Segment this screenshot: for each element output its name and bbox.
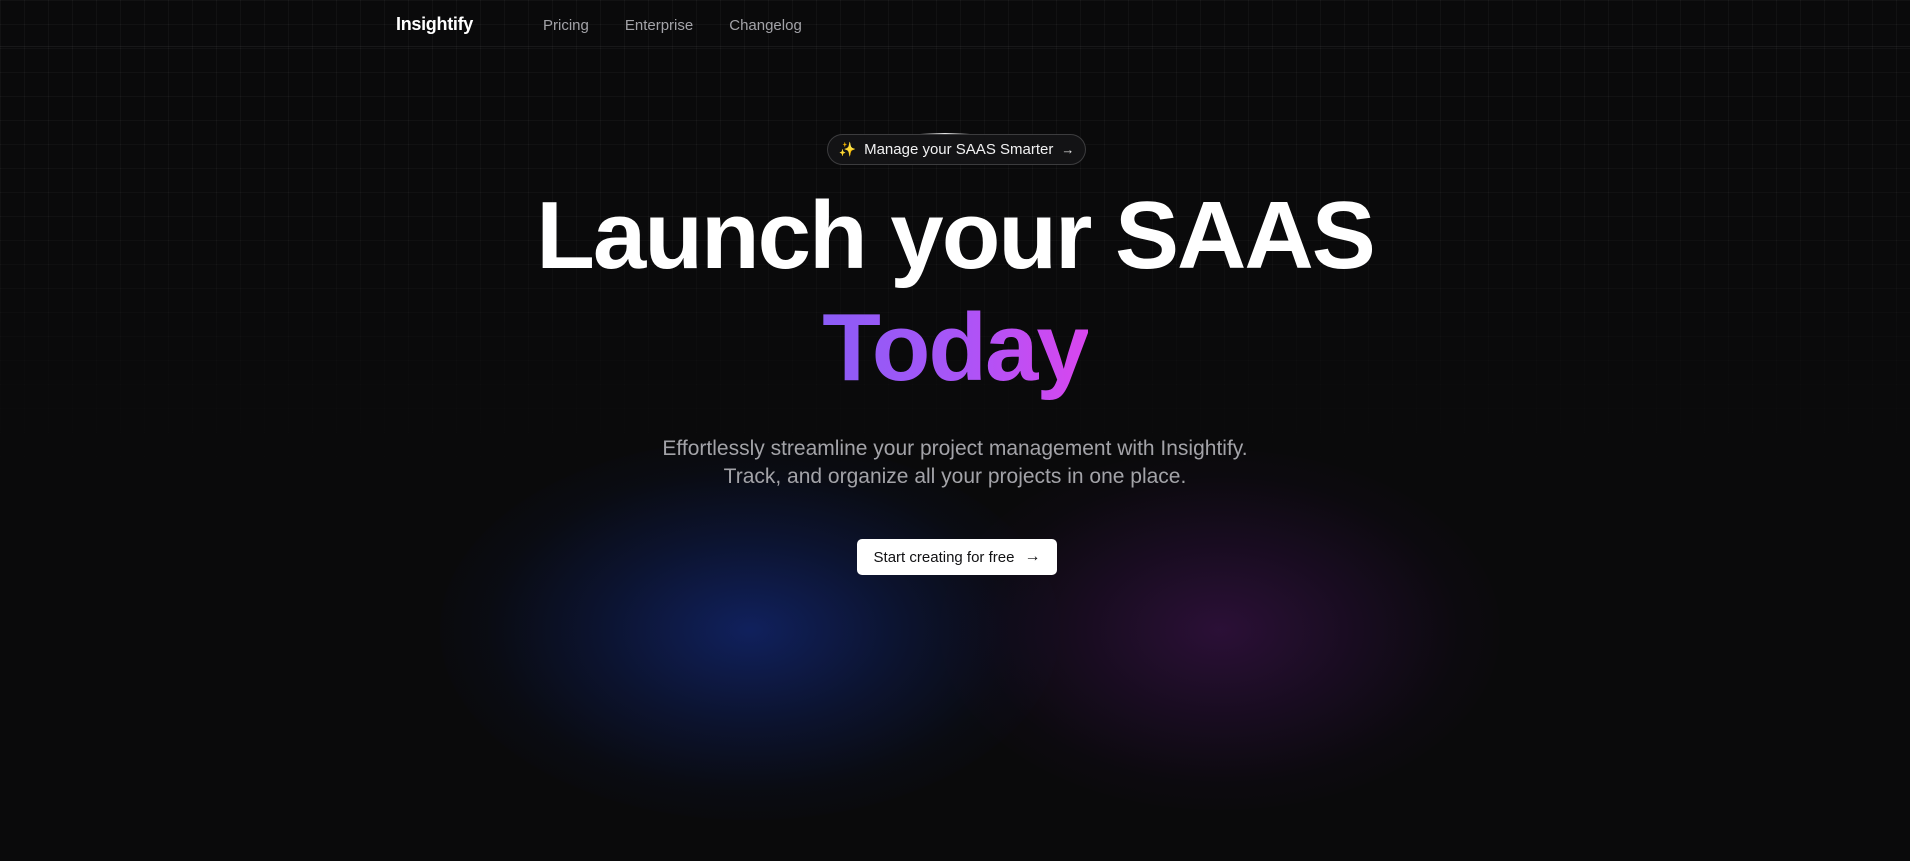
sparkles-icon: ✨ xyxy=(838,141,857,157)
cta-label: Start creating for free xyxy=(873,548,1015,566)
hero-subtitle-line-2: Track, and organize all your projects in… xyxy=(723,465,1187,488)
brand-logo[interactable]: Insightify xyxy=(396,14,473,35)
badge-label: Manage your SAAS Smarter xyxy=(864,141,1054,158)
purple-glow xyxy=(940,450,1500,810)
hero-subtitle-line-1: Effortlessly streamline your project man… xyxy=(662,437,1248,460)
nav-links: Pricing Enterprise Changelog xyxy=(543,17,802,34)
hero-headline-today: Today xyxy=(822,294,1090,401)
start-creating-button[interactable]: Start creating for free → xyxy=(857,539,1057,575)
nav-link-changelog[interactable]: Changelog xyxy=(729,17,802,34)
nav-link-pricing[interactable]: Pricing xyxy=(543,17,589,34)
arrow-right-icon: → xyxy=(1024,548,1041,565)
nav-link-enterprise[interactable]: Enterprise xyxy=(625,17,693,34)
background-grid xyxy=(0,0,1910,861)
arrow-right-icon: → xyxy=(1061,142,1075,157)
hero-headline-accent: Today xyxy=(0,300,1910,396)
top-navigation: Insightify Pricing Enterprise Changelog xyxy=(0,0,1910,47)
hero-headline: Launch your SAAS xyxy=(536,182,1375,289)
hero-subtitle: Effortlessly streamline your project man… xyxy=(0,435,1910,491)
announcement-badge[interactable]: ✨ Manage your SAAS Smarter → xyxy=(827,134,1086,165)
blue-glow xyxy=(440,440,1060,820)
